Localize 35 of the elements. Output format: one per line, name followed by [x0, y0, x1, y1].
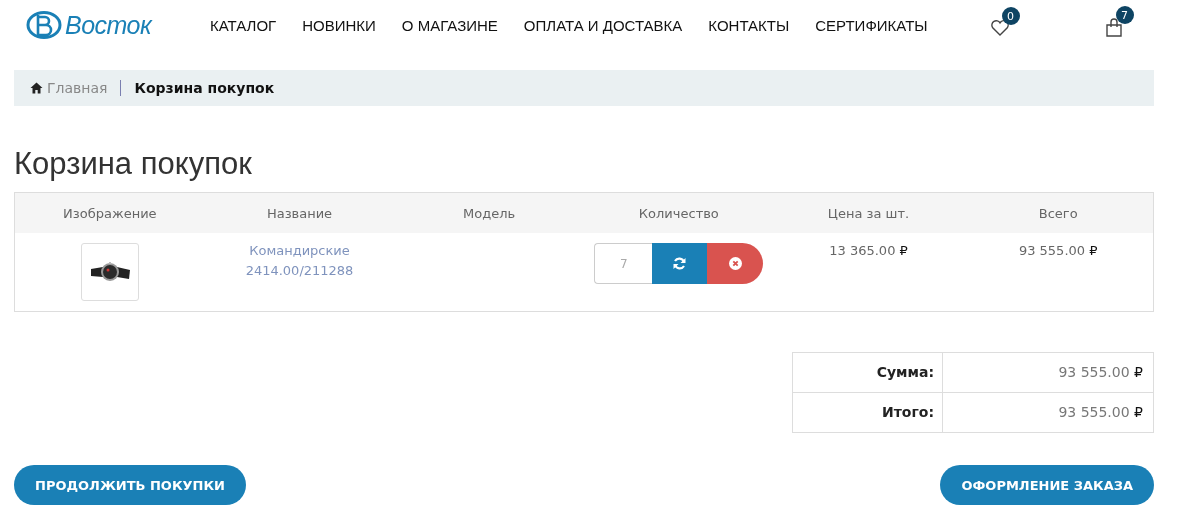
column-header: Цена за шт.	[826, 205, 911, 221]
close-icon	[728, 257, 742, 270]
column-header: Модель	[462, 205, 517, 221]
column-header: Всего	[1037, 205, 1079, 221]
cart-button[interactable]: 7	[1103, 6, 1136, 38]
heart-icon	[989, 19, 1010, 37]
menu-link[interactable]: О МАГАЗИНЕ	[401, 16, 498, 34]
home-icon	[30, 82, 43, 94]
total-amount: 93 555.00 ₽	[1057, 363, 1144, 382]
menu-link[interactable]: СЕРТИФИКАТЫ	[815, 16, 928, 34]
count-badge: 0	[1001, 7, 1020, 25]
product-thumbnail[interactable]	[80, 243, 139, 301]
wishlist-button[interactable]: 0	[989, 7, 1022, 37]
menu-link[interactable]: НОВИНКИ	[302, 16, 376, 34]
total-label: Итого:	[793, 393, 943, 432]
page-title: Корзина покупок	[14, 146, 253, 182]
menu-link[interactable]: ОПЛАТА И ДОСТАВКА	[523, 16, 683, 34]
total-amount: 93 555.00 ₽	[1057, 403, 1144, 422]
refresh-icon	[673, 257, 687, 270]
menu-link[interactable]: КОНТАКТЫ	[708, 16, 790, 34]
checkout-button[interactable]: ОФОРМЛЕНИЕ ЗАКАЗА	[940, 465, 1154, 505]
column-header: Изображение	[62, 205, 158, 221]
column-header: Название	[265, 205, 334, 221]
count-badge: 7	[1115, 6, 1134, 24]
logo-icon	[26, 10, 62, 40]
continue-shopping-button[interactable]: ПРОДОЛЖИТЬ ПОКУПКИ	[14, 465, 246, 505]
update-button[interactable]	[652, 243, 708, 284]
shopping-bag-icon	[1103, 18, 1124, 38]
logo-text[interactable]: Восток	[65, 10, 152, 40]
menu-link[interactable]: КАТАЛОГ	[210, 16, 277, 34]
remove-button[interactable]	[707, 243, 764, 284]
total-label: Сумма:	[793, 353, 943, 392]
unit-price: 13 365.00 ₽	[829, 243, 908, 258]
column-header: Количество	[637, 205, 720, 221]
row-total: 93 555.00 ₽	[1018, 243, 1098, 258]
